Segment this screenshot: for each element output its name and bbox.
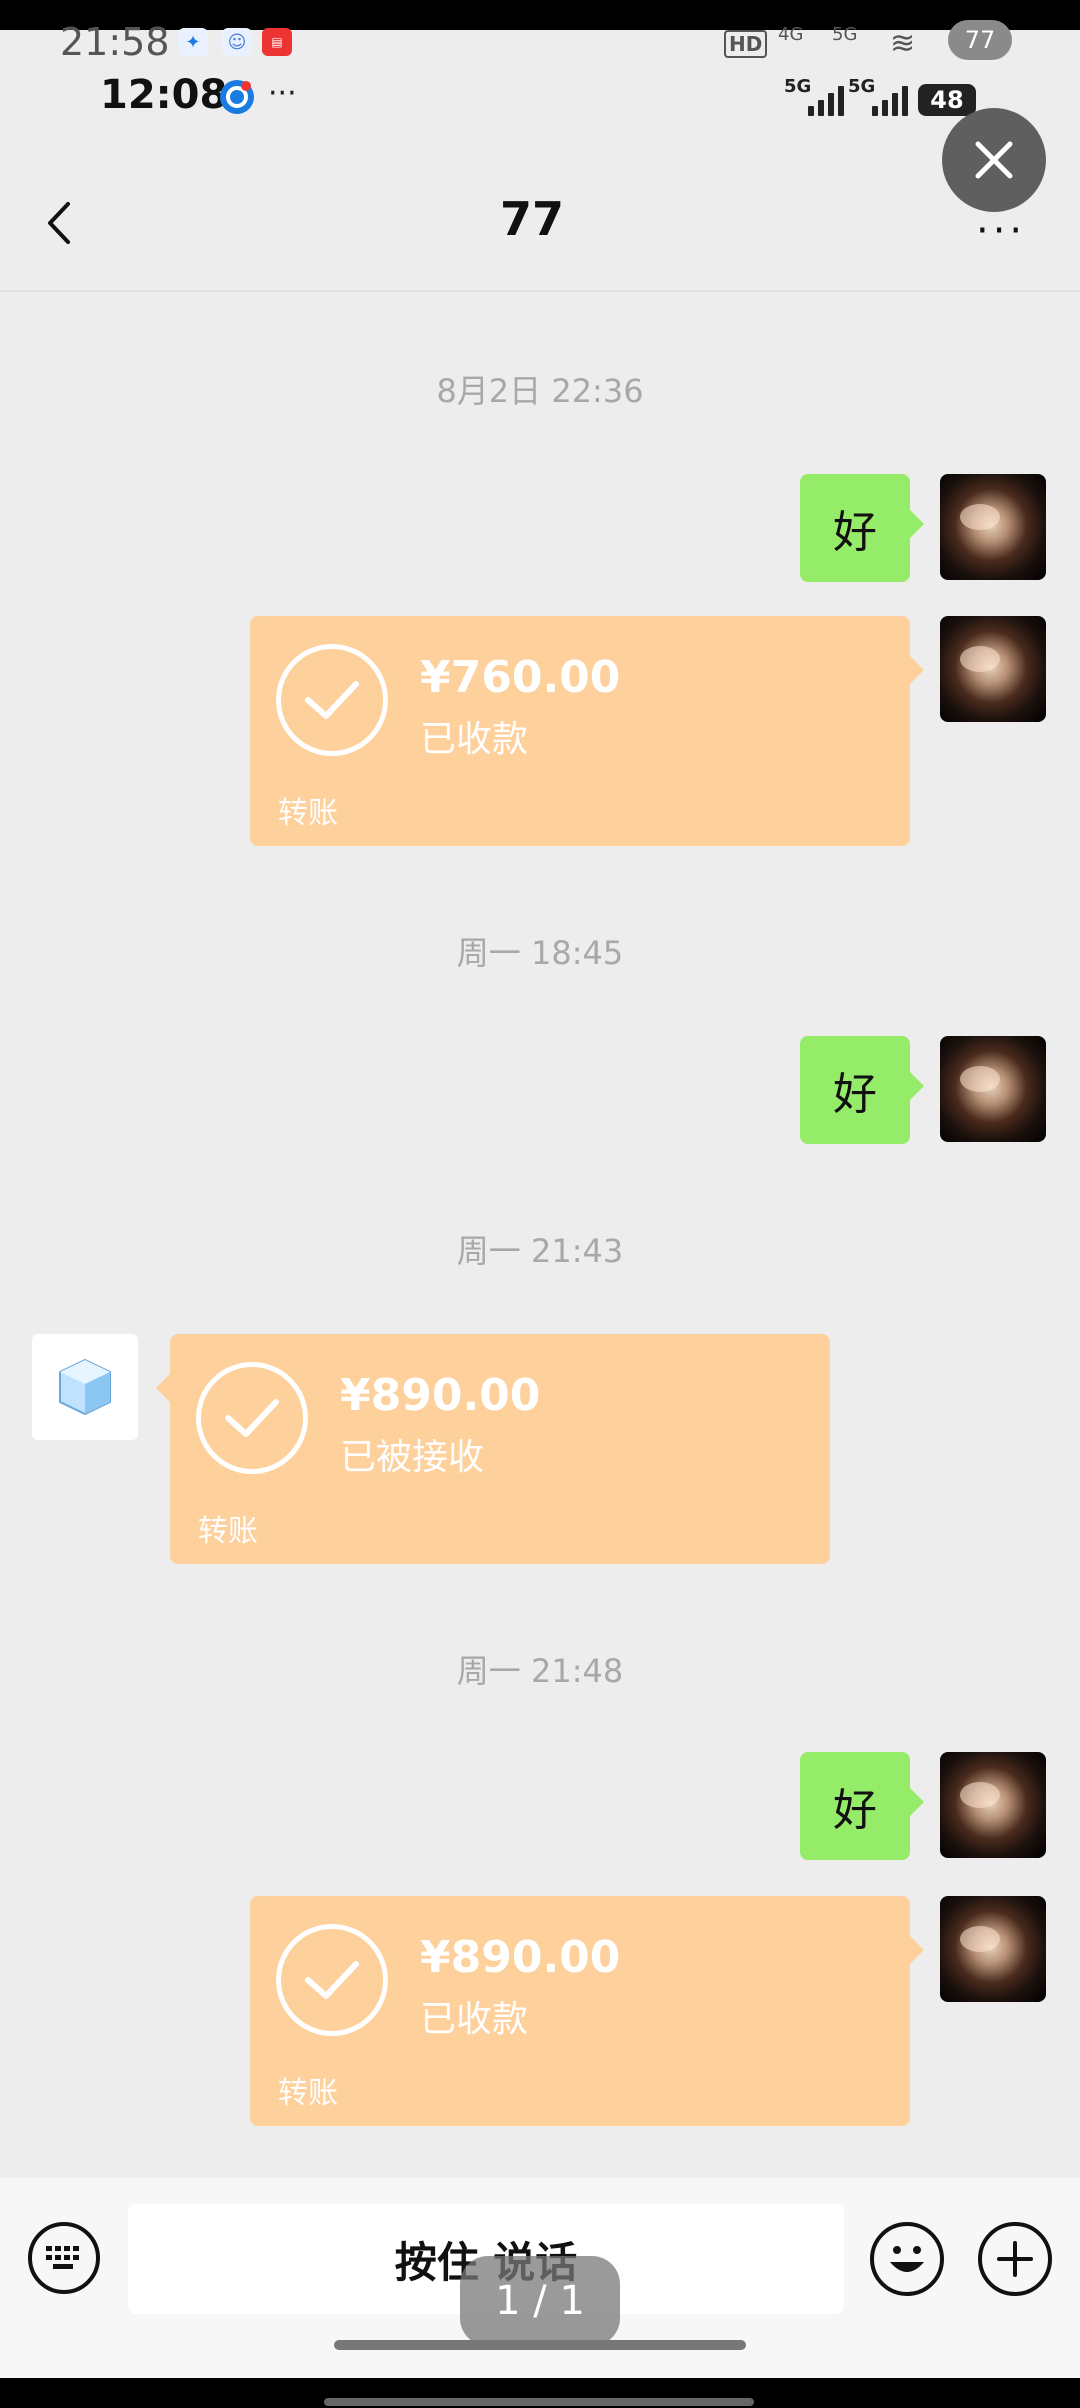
header-divider <box>0 290 1080 292</box>
more-options-icon[interactable]: ··· <box>976 208 1026 254</box>
check-circle-icon <box>276 644 388 756</box>
transfer-amount: ¥890.00 <box>420 1932 621 1983</box>
outer-badge: 77 <box>948 20 1012 60</box>
check-circle-icon <box>196 1362 308 1474</box>
message-bubble[interactable]: 好 <box>800 1036 924 1144</box>
timestamp: 8月2日 22:36 <box>436 372 644 410</box>
transfer-status: 已收款 <box>420 1999 529 2040</box>
transfer-card[interactable]: ¥890.00 已收款 转账 <box>250 1896 924 2126</box>
wifi-icon: ≋ <box>890 26 916 61</box>
page-indicator: 1 / 1 <box>460 2256 620 2346</box>
news-icon: ▤ <box>262 28 292 56</box>
transfer-amount: ¥890.00 <box>340 1370 541 1421</box>
timestamp: 周一 21:48 <box>456 1652 624 1690</box>
transfer-label: 转账 <box>198 1514 258 1549</box>
status-time: 12:08 <box>100 72 228 118</box>
battery-icon: 48 <box>918 84 976 116</box>
hd-icon: HD <box>724 30 768 58</box>
outer-status-time: 21:58 <box>60 20 170 64</box>
cat-icon: ☺ <box>222 28 252 56</box>
avatar[interactable] <box>940 1036 1046 1142</box>
message-bubble[interactable]: 好 <box>800 474 924 582</box>
avatar[interactable] <box>32 1334 138 1440</box>
avatar[interactable] <box>940 616 1046 722</box>
signal-icon-2 <box>872 84 908 116</box>
plus-icon[interactable] <box>978 2222 1052 2296</box>
transfer-label: 转账 <box>278 2076 338 2111</box>
close-icon <box>975 141 1013 179</box>
transfer-status: 已被接收 <box>340 1437 485 1478</box>
outer-network-5g: 5G <box>832 24 858 45</box>
status-more-icon: ··· <box>268 76 297 111</box>
message-bubble[interactable]: 好 <box>800 1752 924 1860</box>
emoji-icon[interactable] <box>870 2222 944 2296</box>
transfer-card[interactable]: ¥760.00 已收款 转账 <box>250 616 924 846</box>
avatar[interactable] <box>940 474 1046 580</box>
chat-title: 77 <box>499 192 564 246</box>
transfer-amount: ¥760.00 <box>420 652 621 703</box>
ice-cube-icon <box>59 1358 111 1416</box>
timestamp: 周一 21:43 <box>456 1232 624 1270</box>
signal-icon-1 <box>808 84 844 116</box>
check-circle-icon <box>276 1924 388 2036</box>
transfer-status: 已收款 <box>420 719 529 760</box>
timestamp: 周一 18:45 <box>456 934 624 972</box>
transfer-label: 转账 <box>278 796 338 831</box>
keyboard-icon[interactable] <box>28 2222 100 2294</box>
avatar[interactable] <box>940 1752 1046 1858</box>
outer-home-indicator[interactable] <box>324 2398 754 2406</box>
avatar[interactable] <box>940 1896 1046 2002</box>
browser-icon <box>220 80 254 114</box>
outer-network-4g: 4G <box>778 24 804 45</box>
home-indicator[interactable] <box>334 2340 746 2350</box>
transfer-card[interactable]: ¥890.00 已被接收 转账 <box>156 1334 830 1564</box>
bird-icon: ✦ <box>178 28 208 56</box>
